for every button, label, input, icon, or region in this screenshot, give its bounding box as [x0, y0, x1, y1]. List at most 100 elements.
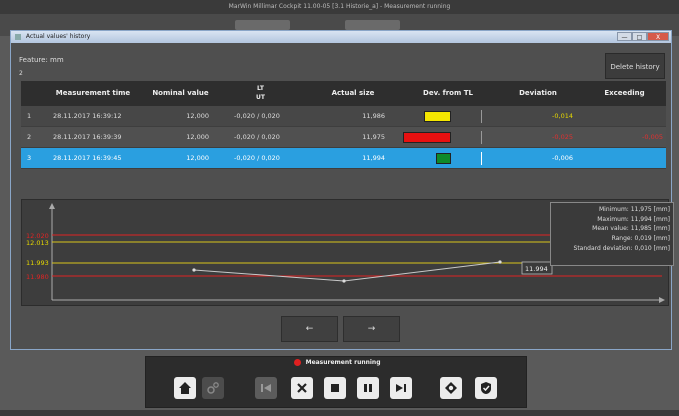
cell-actual: 11,986 — [362, 112, 385, 120]
skip-back-button[interactable] — [255, 377, 277, 399]
cell-nominal: 12,000 — [186, 154, 209, 162]
cell-actual: 11,975 — [362, 133, 385, 141]
cell-exceeding — [583, 148, 663, 169]
record-icon — [445, 382, 457, 394]
stat-range: Range: 0,019 [mm] — [611, 235, 670, 243]
cell-actual: 11,994 — [362, 154, 385, 162]
delete-history-button[interactable]: Delete history — [605, 53, 665, 79]
window-icon — [15, 33, 21, 40]
skip-back-icon — [261, 384, 271, 392]
app-title: MarWin Millimar Cockpit 11.00-05 [3.1 Hi… — [228, 3, 451, 10]
header-index — [21, 81, 43, 106]
series-line — [193, 261, 501, 282]
cell-exceeding: -0,005 — [642, 133, 663, 141]
header-lt: LT — [257, 85, 264, 92]
next-page-button[interactable]: → — [343, 316, 400, 342]
check-icon — [481, 382, 491, 394]
series-point — [498, 260, 502, 264]
tolerance-limit-line — [481, 152, 482, 165]
cell-deviation: -0,025 — [552, 133, 573, 141]
record-button[interactable] — [440, 377, 462, 399]
header-exceeding[interactable]: Exceeding — [583, 81, 666, 106]
cell-deviation: -0,014 — [552, 112, 573, 120]
table-row[interactable]: 1 28.11.2017 16:39:12 12,000 -0,020 / 0,… — [21, 106, 666, 127]
settings-button[interactable] — [202, 377, 224, 399]
pause-button[interactable] — [357, 377, 379, 399]
arrow-right-icon: → — [367, 324, 376, 334]
table-header: Measurement time Nominal value LT UT Act… — [21, 81, 666, 106]
status-indicator-icon — [293, 359, 301, 366]
close-button[interactable]: X — [647, 32, 669, 41]
header-tolerance[interactable]: LT UT — [218, 84, 303, 102]
stat-std-deviation: Standard deviation: 0,010 [mm] — [573, 244, 670, 252]
header-deviation[interactable]: Deviation — [493, 81, 583, 106]
cell-time: 28.11.2017 16:39:39 — [53, 133, 122, 141]
cell-index: 1 — [27, 112, 32, 120]
statistics-box: Minimum: 11,975 [mm] Maximum: 11,994 [mm… — [550, 202, 674, 266]
table-row-selected[interactable]: 3 28.11.2017 16:39:45 12,000 -0,020 / 0,… — [21, 148, 666, 169]
cell-index: 3 — [27, 154, 32, 162]
previous-page-button[interactable]: ← — [281, 316, 338, 342]
upper-yellow-limit-label: 12.013 — [26, 239, 49, 247]
series-point — [342, 279, 346, 283]
deviation-bar — [436, 153, 451, 164]
cell-nominal: 12,000 — [186, 133, 209, 141]
status-text: Measurement running — [305, 359, 381, 366]
header-dev-from-tl[interactable]: Dev. from TL — [403, 81, 493, 106]
background-tab — [235, 20, 290, 30]
control-toolbar: Measurement running — [145, 356, 527, 408]
cell-nominal: 12,000 — [186, 112, 209, 120]
home-button[interactable] — [174, 377, 196, 399]
app-title-bar: MarWin Millimar Cockpit 11.00-05 [3.1 Hi… — [0, 0, 679, 14]
cancel-icon — [297, 383, 307, 393]
y-axis-arrow-icon — [49, 203, 55, 209]
table-row[interactable]: 2 28.11.2017 16:39:39 12,000 -0,020 / 0,… — [21, 127, 666, 148]
header-measurement-time[interactable]: Measurement time — [43, 81, 143, 106]
tolerance-limit-line — [481, 131, 482, 144]
cell-index: 2 — [27, 133, 32, 141]
series-points — [192, 260, 502, 283]
history-table: Measurement time Nominal value LT UT Act… — [21, 81, 666, 169]
stop-icon — [331, 384, 339, 392]
arrow-left-icon: ← — [305, 324, 314, 334]
cell-tolerance: -0,020 / 0,020 — [234, 154, 280, 162]
pause-icon — [364, 384, 372, 392]
minimize-button[interactable]: — — [617, 32, 632, 41]
header-actual-size[interactable]: Actual size — [303, 81, 403, 106]
stat-mean: Mean value: 11,985 [mm] — [592, 225, 670, 233]
measurement-status: Measurement running — [146, 359, 528, 366]
feature-label: Feature: mm — [19, 56, 64, 64]
lower-yellow-limit-label: 11.993 — [26, 259, 49, 267]
last-value-label: 11.994 — [525, 265, 548, 273]
history-chart: 12.020 12.013 11.993 11.980 11.994 Minim… — [21, 199, 674, 306]
dialog-title-bar: Actual values' history — [11, 31, 671, 43]
maximize-button[interactable]: □ — [632, 32, 647, 41]
cell-time: 28.11.2017 16:39:12 — [53, 112, 122, 120]
header-ut: UT — [256, 94, 265, 101]
stat-maximum: Maximum: 11,994 [mm] — [597, 215, 670, 223]
confirm-button[interactable] — [475, 377, 497, 399]
x-axis-arrow-icon — [659, 297, 665, 303]
series-point — [192, 268, 196, 272]
gears-icon — [207, 382, 219, 394]
deviation-bar — [424, 111, 451, 122]
background-tab — [345, 20, 400, 30]
skip-forward-icon — [396, 384, 406, 392]
cell-time: 28.11.2017 16:39:45 — [53, 154, 122, 162]
cell-deviation: -0,006 — [552, 154, 573, 162]
tolerance-limit-line — [481, 110, 482, 123]
cancel-button[interactable] — [291, 377, 313, 399]
stop-button[interactable] — [324, 377, 346, 399]
feature-count: 2 — [19, 70, 23, 77]
cell-tolerance: -0,020 / 0,020 — [234, 133, 280, 141]
home-icon — [179, 382, 191, 394]
skip-forward-button[interactable] — [390, 377, 412, 399]
header-nominal-value[interactable]: Nominal value — [143, 81, 218, 106]
bottom-strip — [0, 410, 679, 416]
deviation-bar — [403, 132, 451, 143]
cell-exceeding — [583, 106, 663, 127]
cell-tolerance: -0,020 / 0,020 — [234, 112, 280, 120]
dialog-title: Actual values' history — [25, 33, 91, 40]
history-dialog: Actual values' history — □ X Feature: mm… — [10, 30, 674, 350]
lower-red-limit-label: 11.980 — [26, 273, 49, 281]
